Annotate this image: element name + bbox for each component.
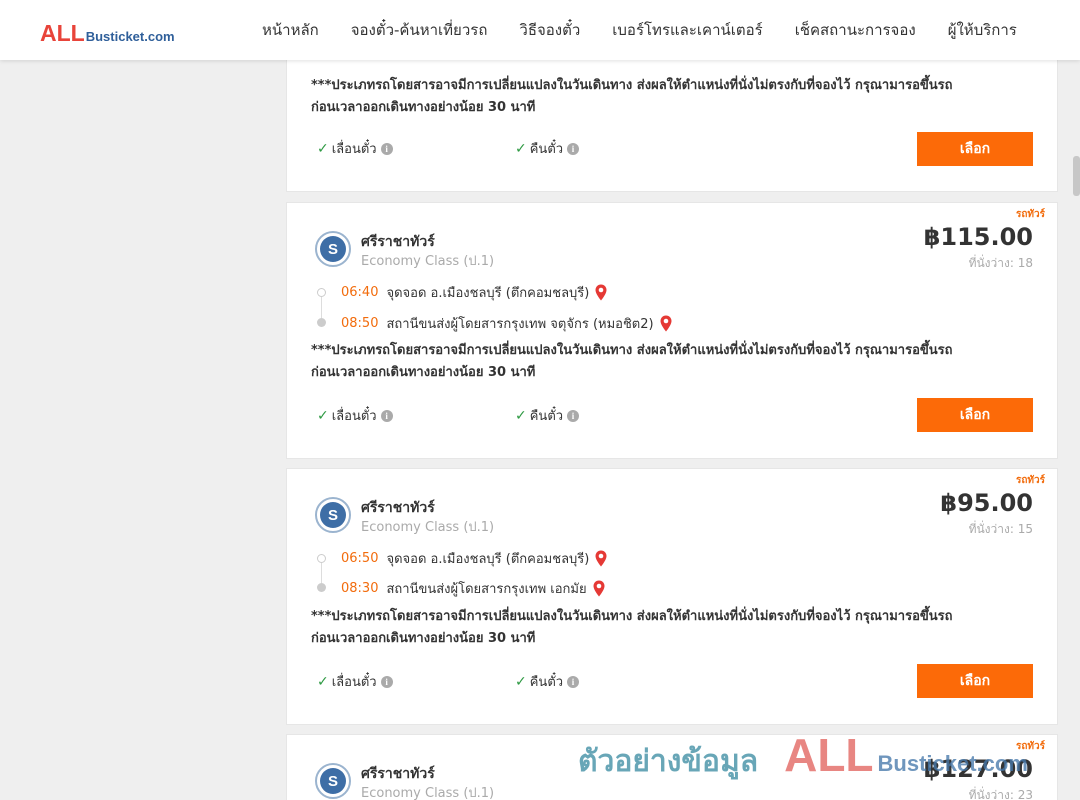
map-pin-icon[interactable] bbox=[595, 284, 607, 301]
notice-line-1: ***ประเภทรถโดยสารอาจมีการเปลี่ยนแปลงในวั… bbox=[311, 609, 953, 624]
bus-class: Economy Class (ป.1) bbox=[361, 786, 495, 800]
timeline-start-dot bbox=[317, 288, 326, 297]
arrival-time: 08:50 bbox=[341, 316, 379, 331]
select-trip-button[interactable]: เลือก bbox=[917, 398, 1033, 432]
seats-available: ที่นั่งว่าง: 15 bbox=[968, 522, 1033, 536]
seats-available: ที่นั่งว่าง: 18 bbox=[968, 256, 1033, 270]
top-header: ALL Busticket.com หน้าหลัก จองตั๋ว-ค้นหา… bbox=[0, 0, 1080, 60]
departure-time: 06:40 bbox=[341, 285, 379, 300]
feature-reschedule-label: เลื่อนตั๋ว bbox=[331, 142, 377, 157]
departure-place: จุดจอด อ.เมืองชลบุรี (ตึกคอมชลบุรี) bbox=[386, 286, 590, 301]
feature-refund: ✓ คืนตั๋ว i bbox=[515, 405, 580, 426]
feature-refund-label: คืนตั๋ว bbox=[529, 142, 564, 157]
nav-operators[interactable]: ผู้ให้บริการ bbox=[932, 18, 1033, 42]
check-icon: ✓ bbox=[515, 673, 527, 690]
info-icon[interactable]: i bbox=[567, 409, 580, 422]
notice-line-2: ก่อนเวลาออกเดินทางอย่างน้อย 30 นาที bbox=[311, 365, 536, 380]
arrival-time: 08:30 bbox=[341, 581, 379, 596]
check-icon: ✓ bbox=[515, 407, 527, 424]
bus-class: Economy Class (ป.1) bbox=[361, 520, 495, 535]
trip-notice: ***ประเภทรถโดยสารอาจมีการเปลี่ยนแปลงในวั… bbox=[311, 75, 1041, 119]
feature-refund-label: คืนตั๋ว bbox=[529, 675, 564, 690]
map-pin-icon[interactable] bbox=[593, 580, 605, 597]
bus-class: Economy Class (ป.1) bbox=[361, 254, 495, 269]
timeline-line bbox=[321, 563, 322, 583]
scrollbar-thumb[interactable] bbox=[1073, 156, 1080, 196]
trip-notice: ***ประเภทรถโดยสารอาจมีการเปลี่ยนแปลงในวั… bbox=[311, 606, 1041, 650]
feature-reschedule-label: เลื่อนตั๋ว bbox=[331, 675, 377, 690]
departure-stop: 06:40 จุดจอด อ.เมืองชลบุรี (ตึกคอมชลบุรี… bbox=[341, 282, 607, 303]
notice-line-1: ***ประเภทรถโดยสารอาจมีการเปลี่ยนแปลงในวั… bbox=[311, 78, 953, 93]
ticket-price: ฿127.00 bbox=[923, 755, 1033, 783]
map-pin-icon[interactable] bbox=[595, 550, 607, 567]
feature-refund: ✓ คืนตั๋ว i bbox=[515, 138, 580, 159]
timeline-end-dot bbox=[317, 318, 326, 327]
departure-stop: 06:50 จุดจอด อ.เมืองชลบุรี (ตึกคอมชลบุรี… bbox=[341, 548, 607, 569]
nav-check-booking[interactable]: เช็คสถานะการจอง bbox=[779, 18, 932, 42]
feature-reschedule: ✓ เลื่อนตั๋ว i bbox=[317, 405, 393, 426]
feature-reschedule: ✓ เลื่อนตั๋ว i bbox=[317, 138, 393, 159]
check-icon: ✓ bbox=[317, 407, 329, 424]
ticket-price: ฿95.00 bbox=[940, 489, 1033, 517]
site-logo[interactable]: ALL Busticket.com bbox=[40, 20, 175, 47]
trip-card: รถทัวร์ S ศรีราชาทัวร์ Economy Class (ป.… bbox=[286, 734, 1058, 800]
departure-time: 06:50 bbox=[341, 551, 379, 566]
arrival-stop: 08:30 สถานีขนส่งผู้โดยสารกรุงเทพ เอกมัย bbox=[341, 578, 605, 599]
trip-card: รถทัวร์ S ศรีราชาทัวร์ Economy Class (ป.… bbox=[286, 468, 1058, 725]
departure-place: จุดจอด อ.เมืองชลบุรี (ตึกคอมชลบุรี) bbox=[386, 552, 590, 567]
page-scrollbar[interactable] bbox=[1070, 60, 1080, 800]
arrival-place: สถานีขนส่งผู้โดยสารกรุงเทพ จตุจักร (หมอช… bbox=[386, 317, 654, 332]
feature-refund: ✓ คืนตั๋ว i bbox=[515, 671, 580, 692]
timeline-line bbox=[321, 297, 322, 318]
nav-contact-counters[interactable]: เบอร์โทรและเคาน์เตอร์ bbox=[596, 18, 778, 42]
logo-busticket-text: Busticket.com bbox=[85, 29, 175, 44]
info-icon[interactable]: i bbox=[380, 675, 393, 688]
timeline-start-dot bbox=[317, 554, 326, 563]
arrival-place: สถานีขนส่งผู้โดยสารกรุงเทพ เอกมัย bbox=[386, 582, 587, 597]
info-icon[interactable]: i bbox=[380, 142, 393, 155]
check-icon: ✓ bbox=[317, 140, 329, 157]
notice-line-2: ก่อนเวลาออกเดินทางอย่างน้อย 30 นาที bbox=[311, 631, 536, 646]
operator-logo-icon: S bbox=[315, 497, 351, 533]
feature-reschedule-label: เลื่อนตั๋ว bbox=[331, 409, 377, 424]
feature-reschedule: ✓ เลื่อนตั๋ว i bbox=[317, 671, 393, 692]
timeline-end-dot bbox=[317, 583, 326, 592]
trip-notice: ***ประเภทรถโดยสารอาจมีการเปลี่ยนแปลงในวั… bbox=[311, 340, 1041, 384]
feature-refund-label: คืนตั๋ว bbox=[529, 409, 564, 424]
ticket-price: ฿115.00 bbox=[923, 223, 1033, 251]
info-icon[interactable]: i bbox=[567, 142, 580, 155]
info-icon[interactable]: i bbox=[567, 675, 580, 688]
check-icon: ✓ bbox=[515, 140, 527, 157]
logo-all-text: ALL bbox=[40, 20, 85, 46]
operator-logo-icon: S bbox=[315, 231, 351, 267]
trip-card: รถทัวร์ S ศรีราชาทัวร์ Economy Class (ป.… bbox=[286, 202, 1058, 459]
nav-home[interactable]: หน้าหลัก bbox=[246, 18, 335, 42]
nav-book-search[interactable]: จองตั๋ว-ค้นหาเที่ยวรถ bbox=[335, 18, 504, 42]
nav-how-to-book[interactable]: วิธีจองตั๋ว bbox=[503, 18, 596, 42]
notice-line-2: ก่อนเวลาออกเดินทางอย่างน้อย 30 นาที bbox=[311, 100, 536, 115]
seats-available: ที่นั่งว่าง: 23 bbox=[968, 788, 1033, 800]
select-trip-button[interactable]: เลือก bbox=[917, 664, 1033, 698]
map-pin-icon[interactable] bbox=[660, 315, 672, 332]
info-icon[interactable]: i bbox=[380, 409, 393, 422]
operator-logo-icon: S bbox=[315, 763, 351, 799]
main-nav: หน้าหลัก จองตั๋ว-ค้นหาเที่ยวรถ วิธีจองตั… bbox=[246, 0, 1033, 60]
notice-line-1: ***ประเภทรถโดยสารอาจมีการเปลี่ยนแปลงในวั… bbox=[311, 343, 953, 358]
arrival-stop: 08:50 สถานีขนส่งผู้โดยสารกรุงเทพ จตุจักร… bbox=[341, 313, 672, 334]
check-icon: ✓ bbox=[317, 673, 329, 690]
bus-type-tag: รถทัวร์ bbox=[1015, 741, 1045, 752]
select-trip-button[interactable]: เลือก bbox=[917, 132, 1033, 166]
bus-type-tag: รถทัวร์ bbox=[1015, 475, 1045, 486]
bus-type-tag: รถทัวร์ bbox=[1015, 209, 1045, 220]
